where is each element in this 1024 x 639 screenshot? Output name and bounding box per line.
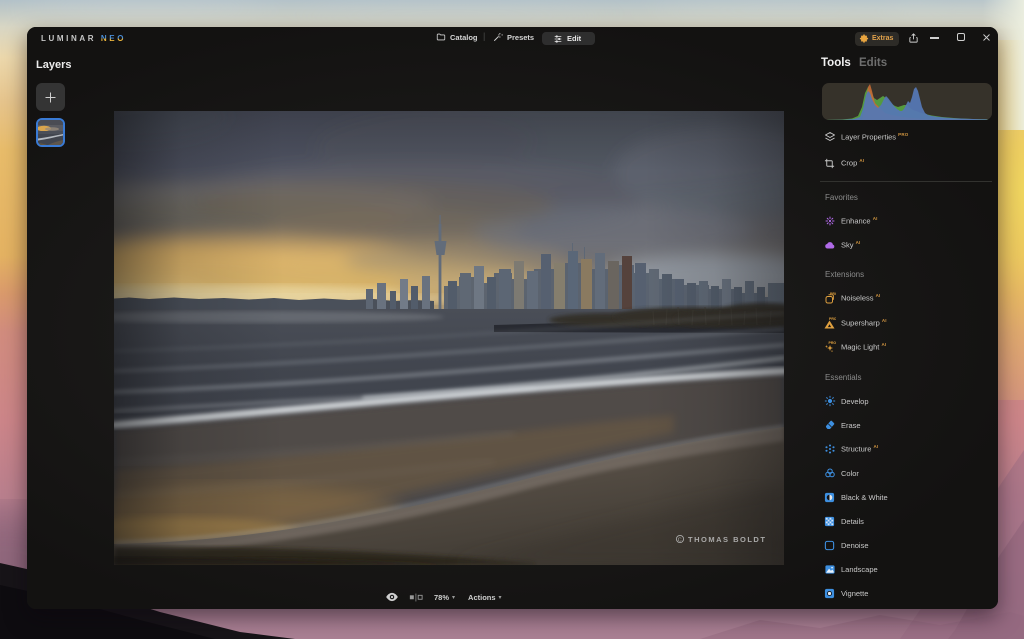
svg-text:PRO: PRO <box>829 317 836 321</box>
svg-text:THOMAS BOLDT: THOMAS BOLDT <box>688 535 766 544</box>
svg-text:PRO: PRO <box>830 292 836 296</box>
svg-text:PRO: PRO <box>828 341 836 345</box>
svg-text:C: C <box>678 538 682 544</box>
